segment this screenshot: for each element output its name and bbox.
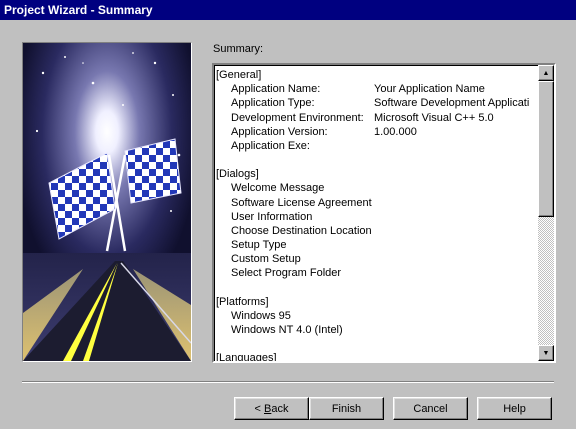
summary-value: 1.00.000 xyxy=(374,125,417,138)
summary-row: Application Name: Your Application Name xyxy=(216,82,536,96)
vertical-scrollbar[interactable]: ▲ ▼ xyxy=(538,65,554,361)
help-button[interactable]: Help xyxy=(477,397,552,420)
scroll-thumb[interactable] xyxy=(538,81,554,217)
summary-key: Development Environment: xyxy=(231,111,364,124)
window-title-bar: Project Wizard - Summary xyxy=(0,0,576,20)
summary-label: Summary: xyxy=(213,43,264,55)
list-item: Windows 95 xyxy=(231,309,291,322)
section-header-general: [General] xyxy=(216,69,262,81)
back-button-rest: ack xyxy=(271,402,289,415)
scroll-down-arrow-icon: ▼ xyxy=(542,349,550,357)
summary-list-box[interactable]: [General] Application Name: Your Applica… xyxy=(212,63,556,363)
list-item: Setup Type xyxy=(231,239,287,252)
summary-text: [General] Application Name: Your Applica… xyxy=(216,68,536,363)
wizard-banner-image xyxy=(22,42,192,362)
back-button-label: < Back xyxy=(255,403,289,415)
checkered-flags-road-image xyxy=(23,43,191,361)
summary-key: Application Name: xyxy=(231,83,321,96)
list-item: User Information xyxy=(231,210,313,223)
scroll-up-button[interactable]: ▲ xyxy=(538,65,554,81)
finish-button[interactable]: Finish xyxy=(309,397,384,420)
list-item: Select Program Folder xyxy=(231,267,342,280)
section-header-platforms: [Platforms] xyxy=(216,295,269,308)
list-item: Custom Setup xyxy=(231,253,301,266)
button-separator xyxy=(22,381,554,383)
summary-value: Your Application Name xyxy=(374,83,485,96)
summary-key: Application Type: xyxy=(231,97,315,110)
section-header-languages: [Languages] xyxy=(216,352,277,363)
cancel-button[interactable]: Cancel xyxy=(393,397,468,420)
list-item: Windows NT 4.0 (Intel) xyxy=(231,324,343,336)
summary-row: Application Version: 1.00.000 xyxy=(216,125,536,139)
list-item: Welcome Message xyxy=(231,182,325,195)
summary-value: Microsoft Visual C++ 5.0 xyxy=(374,111,494,124)
list-item: Software License Agreement xyxy=(231,196,372,209)
summary-key: Application Version: xyxy=(231,125,328,138)
section-header-dialogs: [Dialogs] xyxy=(216,168,259,181)
window-title: Project Wizard - Summary xyxy=(4,3,153,17)
list-item: Choose Destination Location xyxy=(231,224,372,237)
summary-value: Software Development Applicati xyxy=(374,97,530,110)
scroll-up-arrow-icon: ▲ xyxy=(542,69,550,77)
summary-row: Application Type: Software Development A… xyxy=(216,96,536,110)
summary-row: Application Exe: xyxy=(216,139,536,153)
scroll-down-button[interactable]: ▼ xyxy=(538,345,554,361)
back-button-prefix: < xyxy=(254,402,264,415)
summary-row: Development Environment: Microsoft Visua… xyxy=(216,111,536,125)
back-button[interactable]: < Back xyxy=(234,397,309,420)
summary-key: Application Exe: xyxy=(231,139,310,152)
